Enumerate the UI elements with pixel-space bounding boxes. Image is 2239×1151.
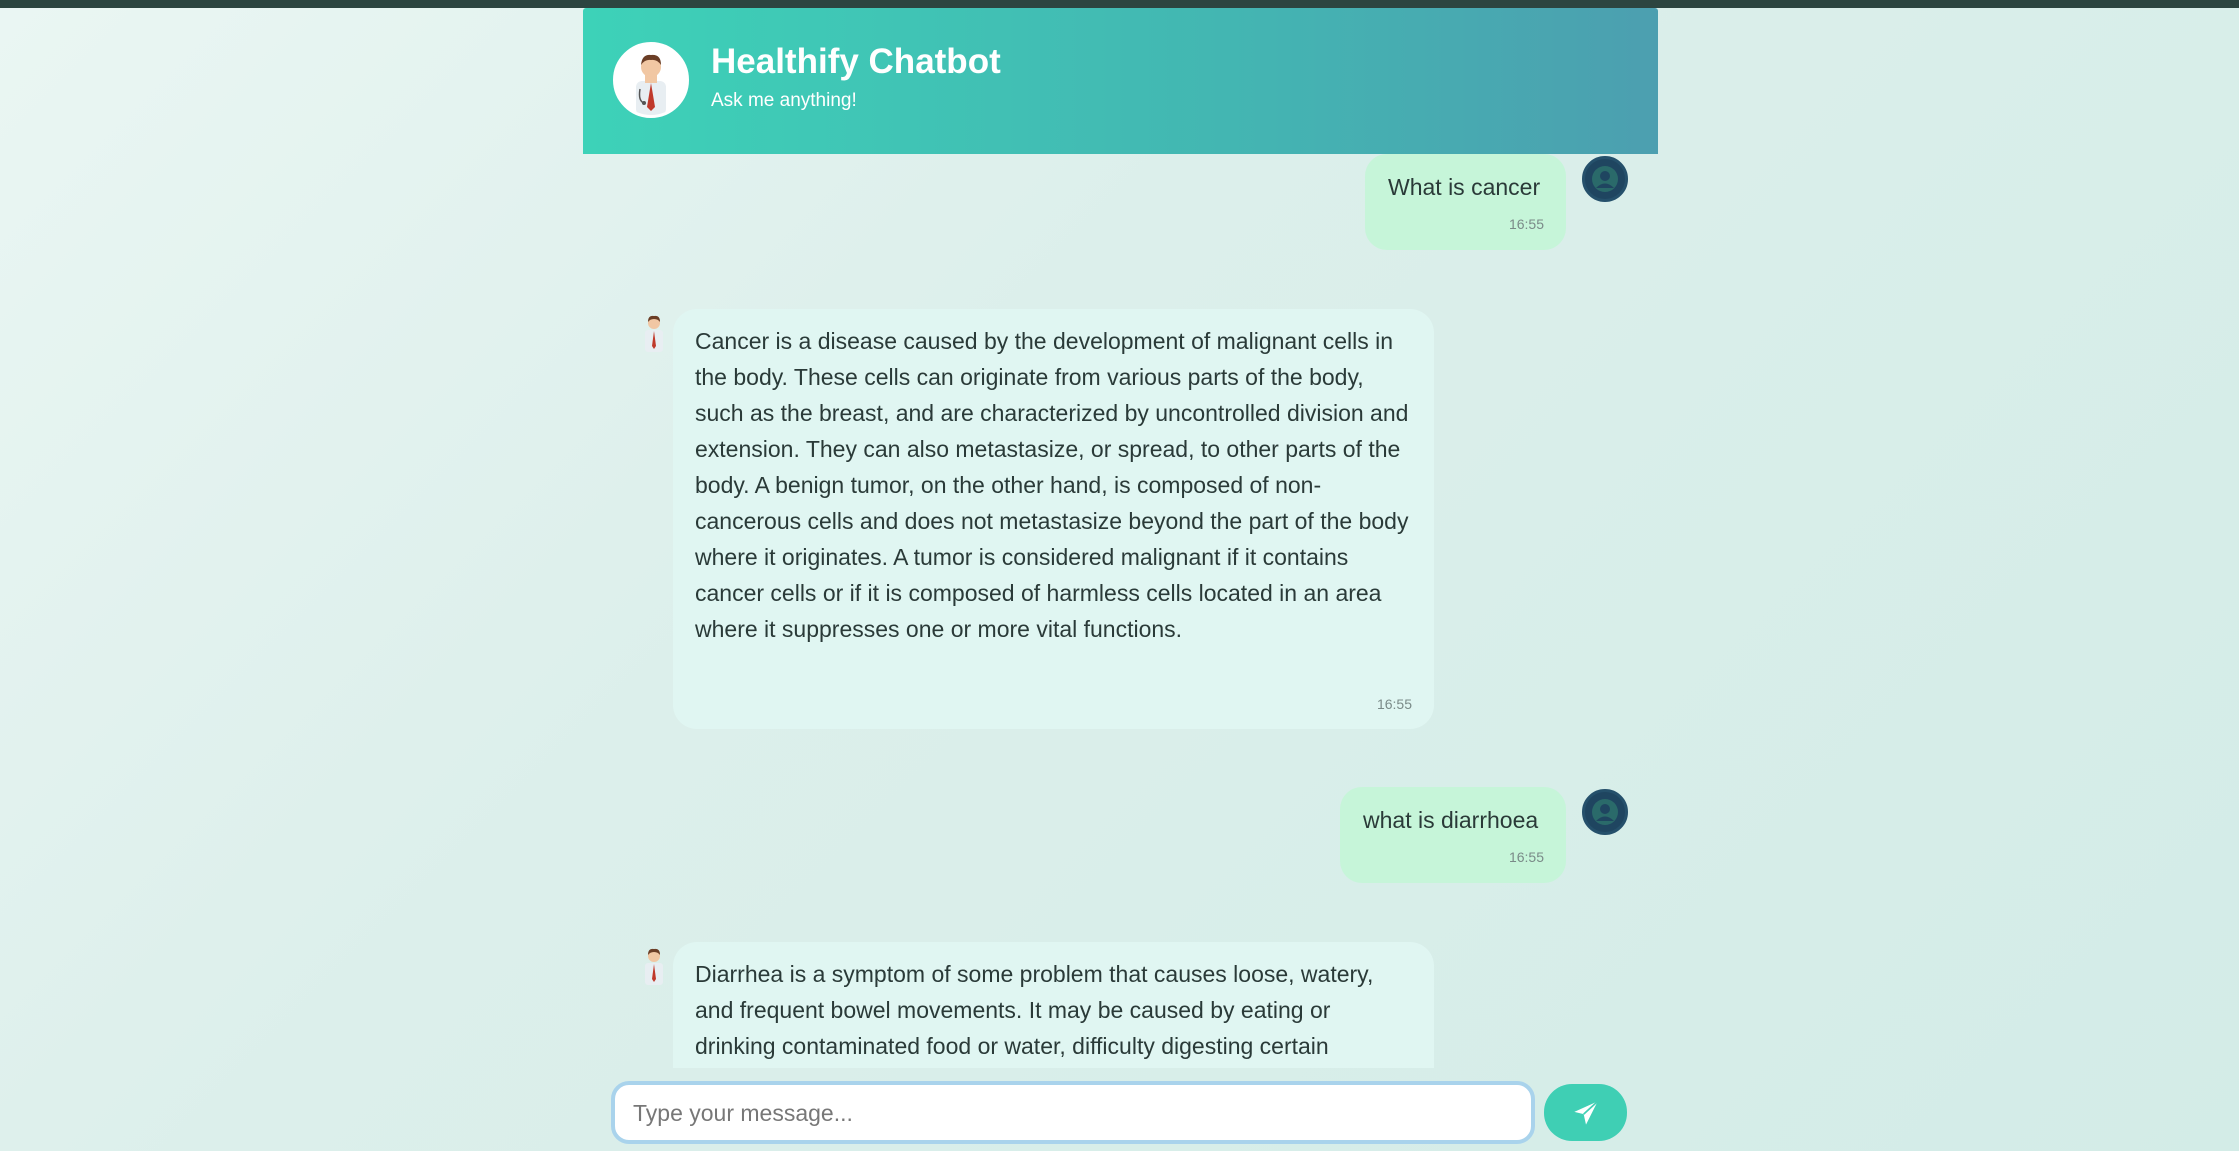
send-button[interactable] [1544, 1084, 1627, 1141]
doctor-icon [639, 945, 669, 985]
chat-header: Healthify Chatbot Ask me anything! [583, 8, 1658, 154]
chat-title: Healthify Chatbot [711, 42, 1001, 81]
doctor-avatar-icon [613, 42, 689, 118]
message-time: 16:55 [1508, 849, 1544, 865]
chat-subtitle: Ask me anything! [711, 90, 857, 111]
doctor-icon [639, 312, 669, 352]
bot-message: Cancer is a disease caused by the develo… [673, 309, 1434, 729]
user-message: What is cancer 16:55 [1365, 154, 1566, 250]
message-text: Diarrhea is a symptom of some problem th… [695, 961, 1374, 1059]
user-message: what is diarrhoea 16:55 [1340, 787, 1566, 883]
message-list[interactable]: What is cancer 16:55 Cancer is a disease… [583, 154, 1658, 1068]
bot-message: Diarrhea is a symptom of some problem th… [673, 942, 1434, 1068]
top-strip [0, 0, 2239, 8]
message-text: What is cancer [1388, 174, 1541, 200]
message-time: 16:55 [1508, 216, 1544, 232]
user-icon [1582, 156, 1628, 202]
message-text: Cancer is a disease caused by the develo… [695, 328, 1409, 642]
message-input-wrapper [611, 1081, 1535, 1144]
message-text: what is diarrhoea [1363, 807, 1539, 833]
send-arrow-icon [1574, 1100, 1599, 1125]
user-icon [1582, 789, 1628, 835]
message-input[interactable] [633, 1095, 1513, 1131]
message-time: 16:55 [1376, 696, 1412, 712]
